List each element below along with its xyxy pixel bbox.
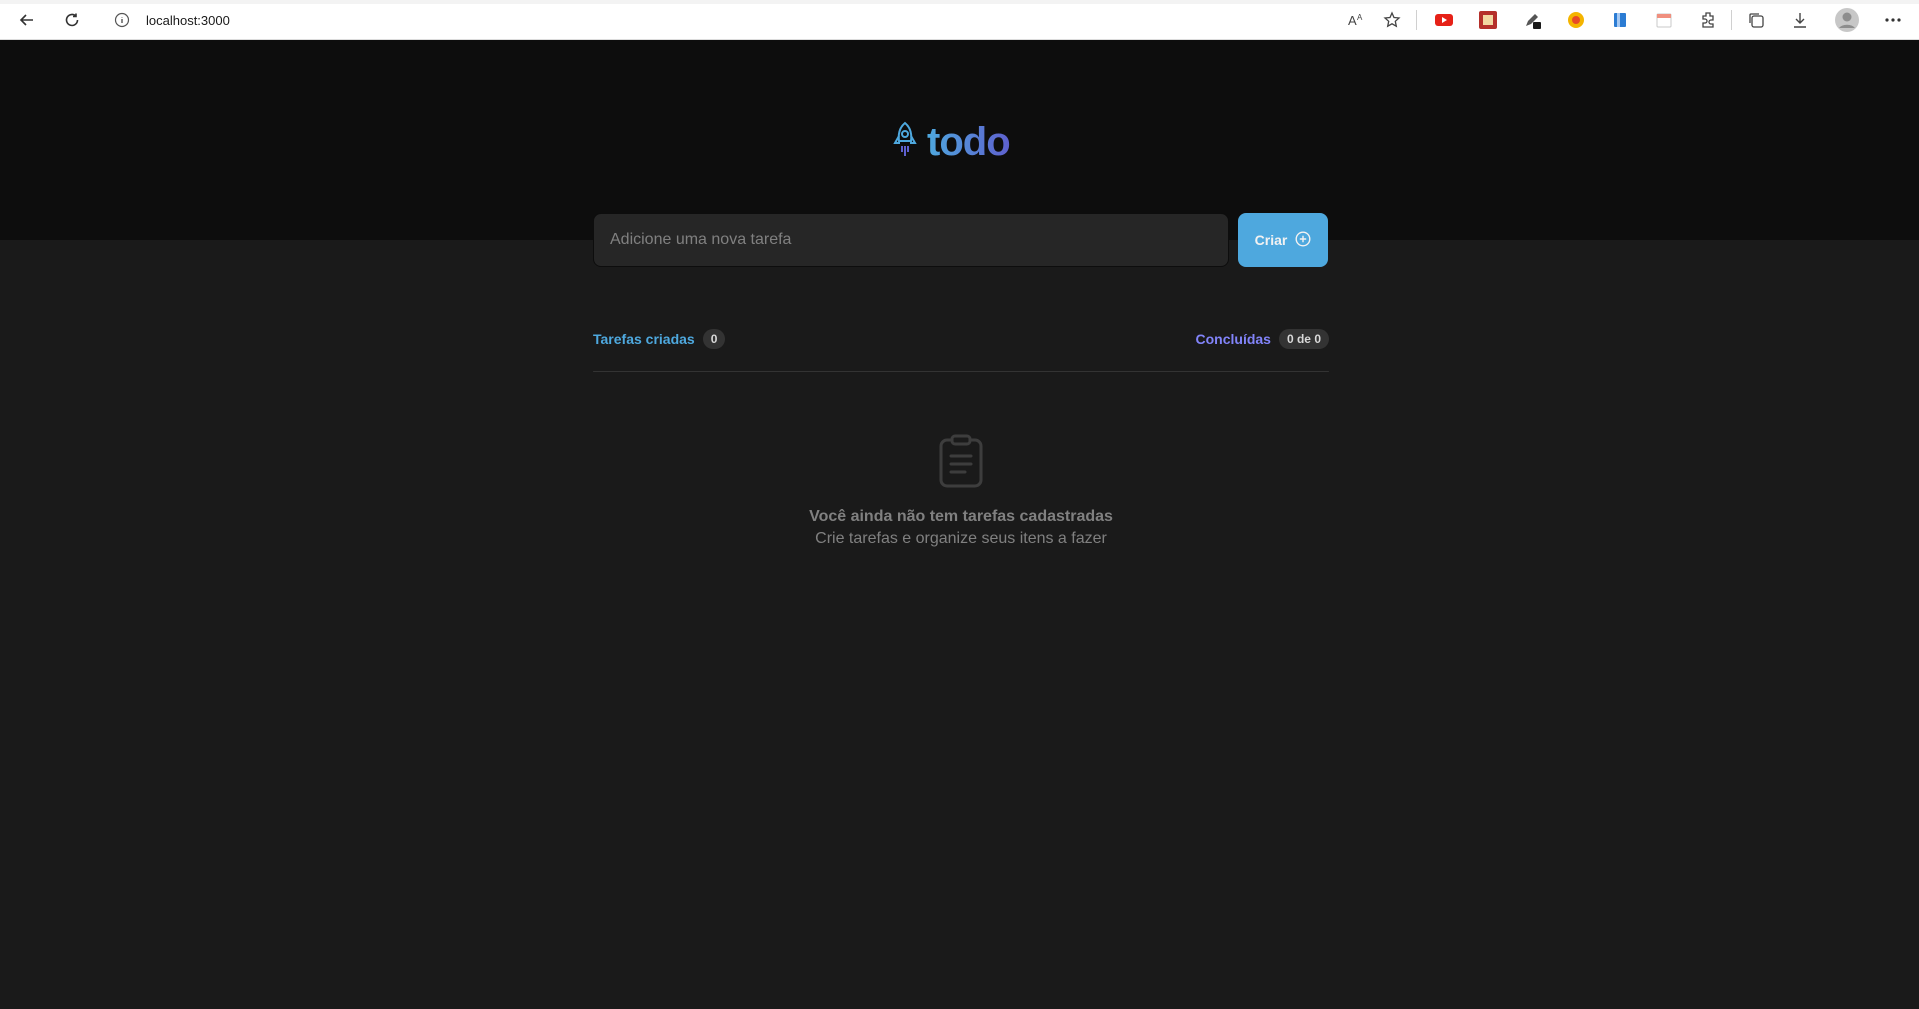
svg-text:A: A xyxy=(1357,13,1363,22)
toolbar-separator xyxy=(1416,10,1417,30)
new-task-form: Criar xyxy=(593,213,1329,267)
favorite-icon[interactable] xyxy=(1381,9,1403,31)
logo-text: todo xyxy=(927,120,1011,164)
empty-state: Você ainda não tem tarefas cadastradas C… xyxy=(593,434,1329,550)
toolbar-separator xyxy=(1731,10,1732,30)
ext-red-icon[interactable] xyxy=(1477,9,1499,31)
more-icon[interactable] xyxy=(1882,9,1904,31)
new-task-input[interactable] xyxy=(593,213,1229,267)
browser-toolbar: localhost:3000 AA xyxy=(0,0,1919,40)
extensions-icon[interactable] xyxy=(1697,9,1719,31)
download-icon[interactable] xyxy=(1789,9,1811,31)
empty-title: Você ainda não tem tarefas cadastradas xyxy=(809,508,1113,525)
task-counters: Tarefas criadas 0 Concluídas 0 de 0 xyxy=(593,328,1329,350)
clipboard-icon xyxy=(933,434,989,490)
done-count-badge: 0 de 0 xyxy=(1278,329,1329,349)
url-text[interactable]: localhost:3000 xyxy=(146,13,230,28)
address-bar[interactable]: localhost:3000 xyxy=(112,6,1412,34)
profile-icon[interactable] xyxy=(1834,7,1860,33)
ext-yellow-icon[interactable] xyxy=(1565,9,1587,31)
youtube-ext-icon[interactable] xyxy=(1433,9,1455,31)
create-button-label: Criar xyxy=(1254,232,1288,248)
ext-pen-icon[interactable] xyxy=(1521,9,1543,31)
created-counter: Tarefas criadas 0 xyxy=(593,329,726,349)
collections-icon[interactable] xyxy=(1745,9,1767,31)
list-divider xyxy=(593,371,1329,372)
ext-calendar-icon[interactable] xyxy=(1653,9,1675,31)
ext-blue-icon[interactable] xyxy=(1609,9,1631,31)
read-aloud-icon[interactable]: AA xyxy=(1345,9,1367,31)
logo: todo xyxy=(893,120,1011,165)
created-label: Tarefas criadas xyxy=(593,331,695,347)
create-button[interactable]: Criar xyxy=(1238,213,1328,267)
created-count-badge: 0 xyxy=(702,329,726,349)
rocket-icon xyxy=(893,121,917,164)
done-counter: Concluídas 0 de 0 xyxy=(1195,329,1329,349)
done-label: Concluídas xyxy=(1195,331,1271,347)
tab-strip-edge xyxy=(0,0,1919,4)
back-icon[interactable] xyxy=(15,8,39,32)
plus-circle-icon xyxy=(1295,230,1311,250)
reload-icon[interactable] xyxy=(60,8,84,32)
empty-subtitle: Crie tarefas e organize seus itens a faz… xyxy=(815,530,1107,547)
info-icon[interactable] xyxy=(112,10,132,30)
svg-text:A: A xyxy=(1348,13,1357,28)
